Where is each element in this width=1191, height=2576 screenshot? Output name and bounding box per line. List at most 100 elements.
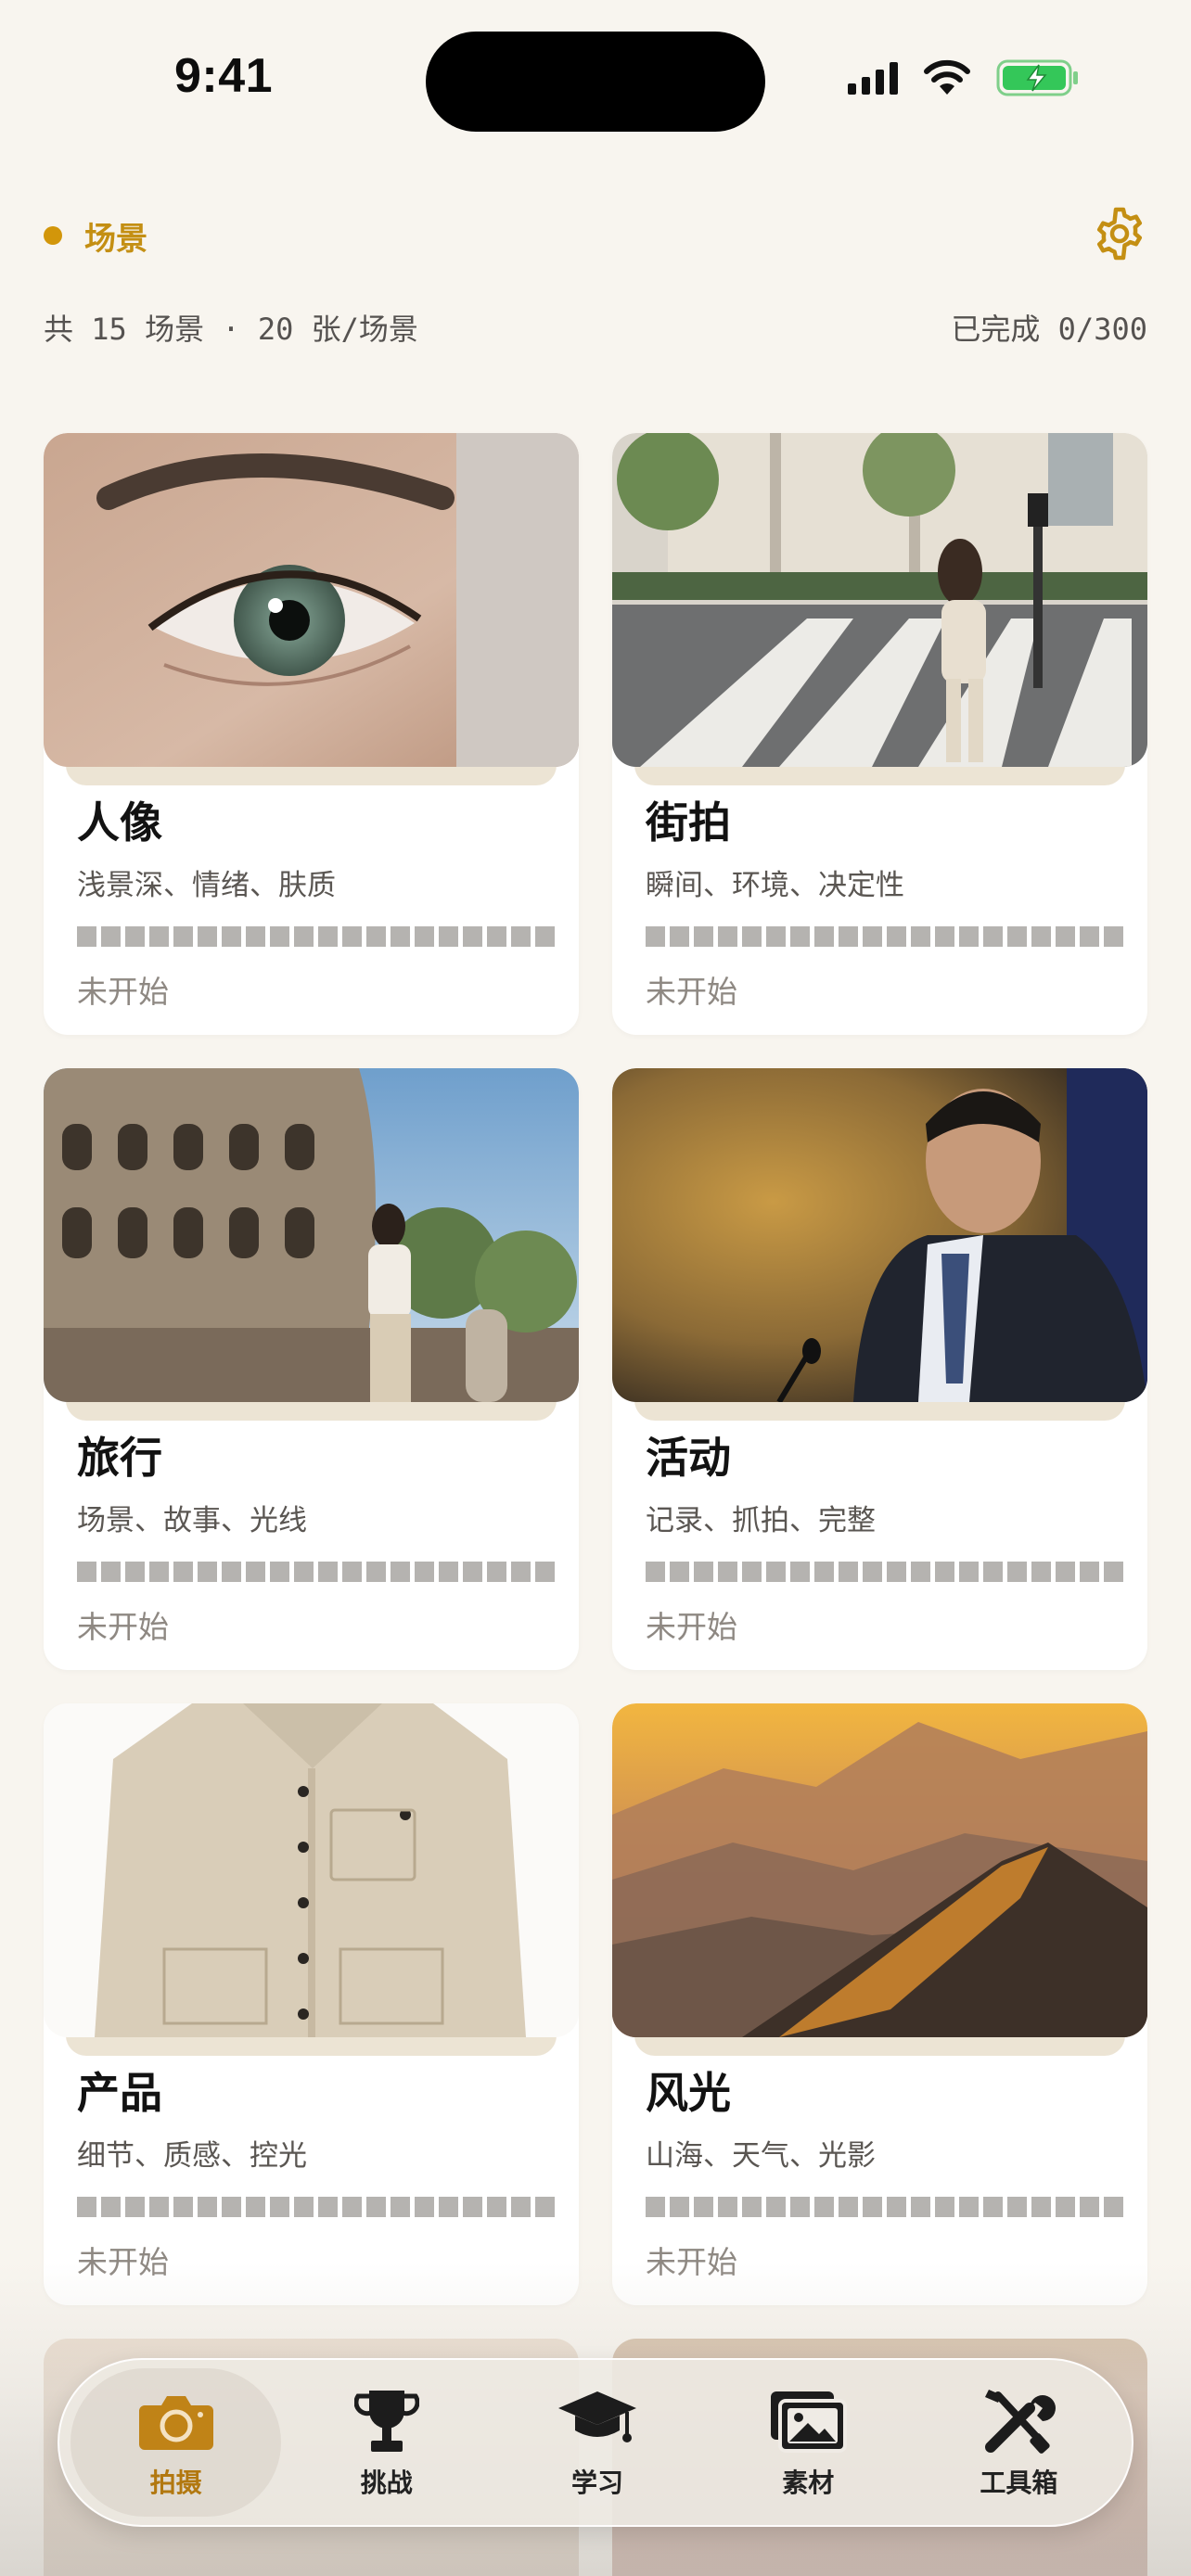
tab-label: 挑战 bbox=[360, 2468, 413, 2498]
progress-segment bbox=[198, 926, 217, 947]
progress-segment bbox=[535, 2197, 555, 2217]
progress-segment bbox=[270, 926, 289, 947]
progress-segment bbox=[391, 926, 410, 947]
tab-label: 学习 bbox=[571, 2468, 624, 2498]
progress-segment bbox=[342, 926, 362, 947]
progress-segment bbox=[935, 926, 954, 947]
progress-segment bbox=[439, 926, 458, 947]
scene-photo bbox=[612, 1068, 1147, 1402]
progress-segment bbox=[77, 2197, 96, 2217]
progress-segment bbox=[535, 1562, 555, 1582]
progress-segment bbox=[1007, 2197, 1027, 2217]
progress-segment bbox=[439, 2197, 458, 2217]
scene-photo bbox=[44, 433, 579, 767]
progress-segment bbox=[1080, 1562, 1099, 1582]
scene-title: 活动 bbox=[646, 1433, 731, 1483]
progress-segment bbox=[294, 2197, 314, 2217]
camera-icon bbox=[134, 2385, 218, 2457]
progress-segment bbox=[935, 1562, 954, 1582]
section-title: 场景 bbox=[84, 221, 147, 258]
graduation-cap-icon bbox=[556, 2385, 639, 2457]
progress-segment bbox=[125, 926, 145, 947]
tab-label: 拍摄 bbox=[149, 2468, 202, 2498]
progress-segment bbox=[718, 926, 737, 947]
progress-segment bbox=[718, 1562, 737, 1582]
progress-segment bbox=[790, 1562, 810, 1582]
progress-segment bbox=[246, 1562, 265, 1582]
progress-segment bbox=[839, 2197, 858, 2217]
progress-segment bbox=[77, 1562, 96, 1582]
progress-segment bbox=[887, 2197, 906, 2217]
tab-toolbox[interactable]: 工具箱 bbox=[914, 2368, 1124, 2517]
scene-card-street[interactable]: 街拍 瞬间、环境、决定性 未开始 bbox=[612, 433, 1147, 1035]
scene-card-landscape[interactable]: 风光 山海、天气、光影 未开始 bbox=[612, 1703, 1147, 2305]
progress-segment bbox=[101, 926, 121, 947]
progress-bar bbox=[646, 1562, 1123, 1582]
scene-card-product[interactable]: 产品 细节、质感、控光 未开始 bbox=[44, 1703, 579, 2305]
progress-segment bbox=[125, 2197, 145, 2217]
progress-segment bbox=[173, 2197, 193, 2217]
progress-segment bbox=[766, 2197, 786, 2217]
progress-segment bbox=[1056, 2197, 1075, 2217]
progress-segment bbox=[149, 926, 169, 947]
progress-segment bbox=[646, 1562, 665, 1582]
scene-subtitle: 场景、故事、光线 bbox=[77, 1504, 307, 1537]
progress-segment bbox=[487, 1562, 506, 1582]
progress-segment bbox=[294, 1562, 314, 1582]
scene-title: 风光 bbox=[646, 2068, 731, 2118]
progress-segment bbox=[911, 1562, 930, 1582]
scene-status: 未开始 bbox=[646, 974, 737, 1010]
progress-segment bbox=[766, 1562, 786, 1582]
scene-card-portrait[interactable]: 人像 浅景深、情绪、肤质 未开始 bbox=[44, 433, 579, 1035]
progress-segment bbox=[1104, 926, 1123, 947]
tab-shoot[interactable]: 拍摄 bbox=[70, 2368, 282, 2517]
gear-icon[interactable] bbox=[1092, 206, 1147, 261]
progress-segment bbox=[415, 926, 434, 947]
scene-photo bbox=[44, 1068, 579, 1402]
tab-learn[interactable]: 学习 bbox=[492, 2368, 702, 2517]
tab-challenge[interactable]: 挑战 bbox=[281, 2368, 492, 2517]
progress-segment bbox=[463, 1562, 482, 1582]
scene-card-event[interactable]: 活动 记录、抓拍、完整 未开始 bbox=[612, 1068, 1147, 1670]
scene-title: 旅行 bbox=[77, 1433, 162, 1483]
progress-segment bbox=[646, 926, 665, 947]
progress-segment bbox=[839, 926, 858, 947]
stats-row: 共 15 场景 · 20 张/场景 已完成 0/300 bbox=[44, 306, 1147, 347]
progress-segment bbox=[670, 1562, 689, 1582]
scene-title: 产品 bbox=[77, 2068, 162, 2118]
progress-segment bbox=[222, 926, 241, 947]
progress-segment bbox=[270, 1562, 289, 1582]
progress-segment bbox=[173, 926, 193, 947]
scene-photo bbox=[44, 1703, 579, 2037]
progress-bar bbox=[77, 2197, 555, 2217]
page-header: 场景 bbox=[44, 206, 1147, 261]
progress-segment bbox=[366, 1562, 386, 1582]
progress-segment bbox=[839, 1562, 858, 1582]
progress-segment bbox=[1080, 926, 1099, 947]
progress-segment bbox=[863, 2197, 882, 2217]
progress-segment bbox=[511, 2197, 531, 2217]
gallery-icon bbox=[766, 2385, 850, 2457]
progress-segment bbox=[487, 2197, 506, 2217]
progress-segment bbox=[959, 926, 979, 947]
progress-bar bbox=[646, 926, 1123, 947]
progress-segment bbox=[318, 926, 338, 947]
cellular-signal-icon bbox=[848, 61, 898, 95]
progress-segment bbox=[670, 2197, 689, 2217]
scene-subtitle: 瞬间、环境、决定性 bbox=[646, 869, 904, 902]
dynamic-island bbox=[426, 32, 765, 132]
progress-segment bbox=[1031, 1562, 1051, 1582]
progress-segment bbox=[198, 2197, 217, 2217]
progress-segment bbox=[439, 1562, 458, 1582]
progress-segment bbox=[1056, 1562, 1075, 1582]
progress-segment bbox=[1007, 1562, 1027, 1582]
progress-segment bbox=[391, 2197, 410, 2217]
progress-segment bbox=[814, 1562, 834, 1582]
progress-segment bbox=[911, 926, 930, 947]
progress-bar bbox=[646, 2197, 1123, 2217]
progress-segment bbox=[983, 1562, 1003, 1582]
progress-segment bbox=[1104, 1562, 1123, 1582]
tab-materials[interactable]: 素材 bbox=[703, 2368, 914, 2517]
progress-segment bbox=[342, 2197, 362, 2217]
scene-card-travel[interactable]: 旅行 场景、故事、光线 未开始 bbox=[44, 1068, 579, 1670]
